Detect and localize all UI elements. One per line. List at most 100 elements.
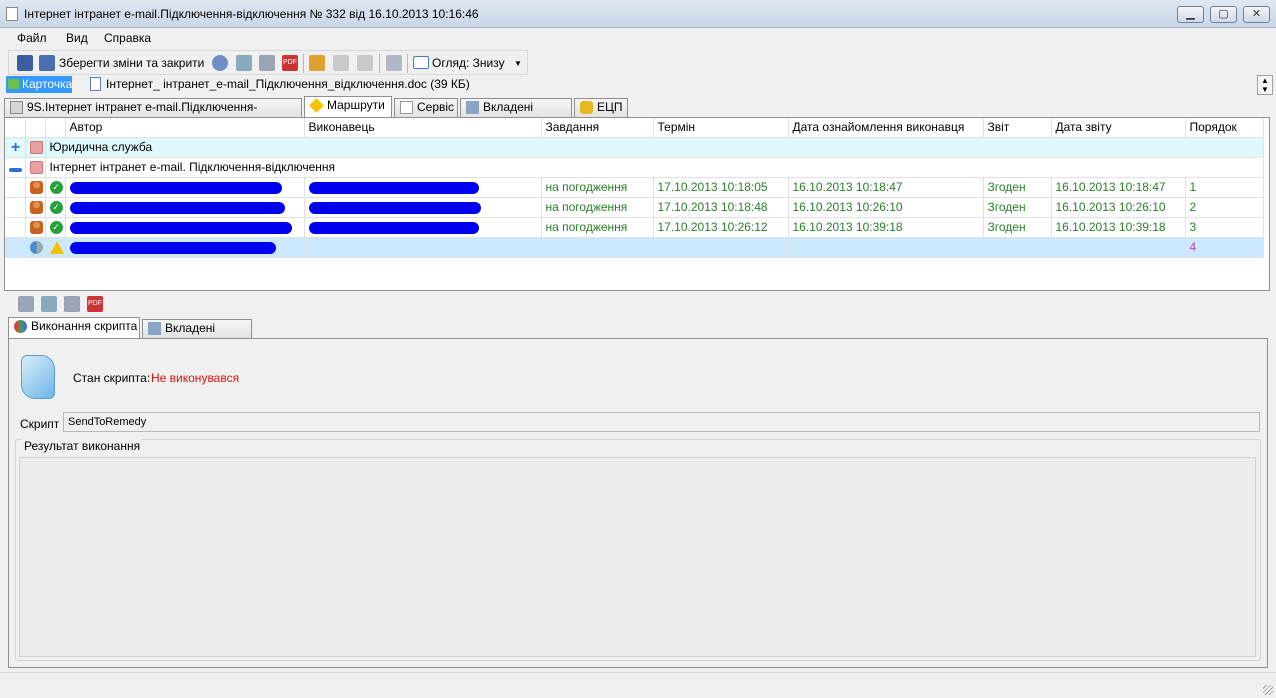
redacted-author [69,241,276,254]
tab-document[interactable]: 9S.Інтернет інтранет e-mail.Підключення-… [4,98,302,131]
column-header-report-date[interactable]: Дата звіту [1051,118,1186,138]
redacted-author [69,201,285,214]
menu-file[interactable]: Файл [17,31,47,45]
script-status-value: Не виконувався [151,371,240,385]
save-close-button[interactable]: Зберегти зміни та закрити [59,56,204,70]
check-icon: ✓ [49,221,63,235]
pending-icon [29,241,43,255]
edit-icon[interactable] [309,55,325,71]
column-header-report[interactable]: Звіт [983,118,1052,138]
table-row[interactable]: ✓ на погодження 17.10.2013 10:18:05 16.1… [5,177,1264,198]
menu-view[interactable]: Вид [66,31,88,45]
lock-icon [580,101,593,114]
table-row-selected[interactable]: 4 [5,237,1264,258]
card-icon [8,79,19,89]
task-cell: на погодження [541,217,654,238]
document-app-icon [6,7,18,21]
script-panel: Стан скрипта: Не виконувався Скрипт Резу… [8,338,1268,668]
report-date-cell [1051,237,1186,258]
column-header-executor[interactable]: Виконавець [304,118,542,138]
user-icon [29,181,43,195]
attach-icon[interactable] [236,55,252,71]
script-field[interactable] [63,412,1260,432]
menu-bar: Файл Вид Справка [0,28,1276,49]
result-output[interactable] [19,457,1256,657]
close-button[interactable]: ✕ [1243,6,1270,23]
deadline-cell: 17.10.2013 10:18:48 [653,197,789,218]
script-icon [14,320,27,333]
ack-date-cell [788,237,984,258]
ack-date-cell: 16.10.2013 10:39:18 [788,217,984,238]
detail-tabs: Виконання скрипта Вкладені файли [8,317,268,352]
scroll-arrows[interactable]: ▲ ▼ [1257,75,1273,95]
toolbar-separator [379,54,380,73]
executor-cell [304,237,542,258]
scroll-icon [21,355,55,399]
card-label: Карточка [22,77,73,91]
card-tab[interactable]: Карточка [6,76,72,93]
view-icon[interactable] [413,56,429,69]
collapse-icon[interactable] [9,167,22,172]
tab-script-execution-label: Виконання скрипта [31,319,138,333]
redacted-author [69,221,292,234]
pdf-icon[interactable]: PDF [87,296,103,312]
report-date-cell: 16.10.2013 10:39:18 [1051,217,1186,238]
group-row[interactable]: Інтернет інтранет e-mail. Підключення-ві… [5,157,1264,178]
table-row[interactable]: ✓ на погодження 17.10.2013 10:18:48 16.1… [5,197,1264,218]
task-cell: на погодження [541,197,654,218]
tab-routes[interactable]: Маршрути [304,96,392,117]
save-close-icon[interactable] [39,55,55,71]
deadline-cell: 17.10.2013 10:18:05 [653,177,789,198]
maximize-button[interactable]: ▢ [1210,6,1237,23]
group-row[interactable]: + Юридична служба [5,137,1264,158]
expand-icon[interactable]: + [9,140,22,156]
toolbar-separator [407,54,408,73]
deadline-cell: 17.10.2013 10:26:12 [653,217,789,238]
document-name: Інтернет_ інтранет_e-mail_Підключення_ві… [106,77,470,91]
pdf-icon[interactable]: PDF [282,55,298,71]
resize-grip[interactable] [1263,685,1273,695]
forward-icon[interactable] [357,55,373,71]
tab-service-label: Сервіс [417,100,455,114]
menu-help[interactable]: Справка [104,31,151,45]
tab-routes-label: Маршрути [327,98,385,112]
order-cell: 3 [1185,217,1264,238]
tab-attachments[interactable]: Вкладені файли [460,98,572,131]
back-icon[interactable] [333,55,349,71]
print-icon[interactable] [259,55,275,71]
order-cell: 1 [1185,177,1264,198]
view-mode-button[interactable]: Огляд: Знизу [432,56,505,70]
column-header-task[interactable]: Завдання [541,118,654,138]
grid-footer [4,291,1270,295]
attach-icon[interactable] [41,296,57,312]
redacted-executor [308,201,481,214]
paperclip-icon [466,101,479,114]
route-sign-icon [309,98,324,113]
word-document-icon [90,77,101,91]
route-icon [29,161,43,175]
print-icon[interactable] [64,296,80,312]
detail-toolbar: PDF [14,295,114,313]
group-name: Інтернет інтранет e-mail. Підключення-ві… [45,157,1264,178]
column-header-ack-date[interactable]: Дата ознайомлення виконавця [788,118,984,138]
ack-date-cell: 16.10.2013 10:26:10 [788,197,984,218]
main-toolbar: Зберегти зміни та закрити PDF Огляд: Зни… [8,50,528,75]
table-row[interactable]: ✓ на погодження 17.10.2013 10:26:12 16.1… [5,217,1264,238]
save-icon[interactable] [18,296,34,312]
attached-document-link[interactable]: Інтернет_ інтранет_e-mail_Підключення_ві… [90,77,470,91]
tab-attached-files[interactable]: Вкладені файли [142,319,252,352]
check-icon: ✓ [49,201,63,215]
warning-icon [49,241,64,255]
save-icon[interactable] [17,55,33,71]
copy-icon[interactable] [386,55,402,71]
task-cell: на погодження [541,177,654,198]
column-header-deadline[interactable]: Термін [653,118,789,138]
tab-service[interactable]: Сервіс [394,98,458,117]
column-header-order[interactable]: Порядок [1185,118,1264,138]
minimize-button[interactable]: ▁ [1177,6,1204,23]
column-header-author[interactable]: Автор [65,118,305,138]
refresh-icon[interactable] [212,55,228,71]
tab-signature[interactable]: ЕЦП [574,98,628,117]
chevron-down-icon[interactable]: ▼ [514,59,522,68]
tab-script-execution[interactable]: Виконання скрипта [8,317,140,338]
